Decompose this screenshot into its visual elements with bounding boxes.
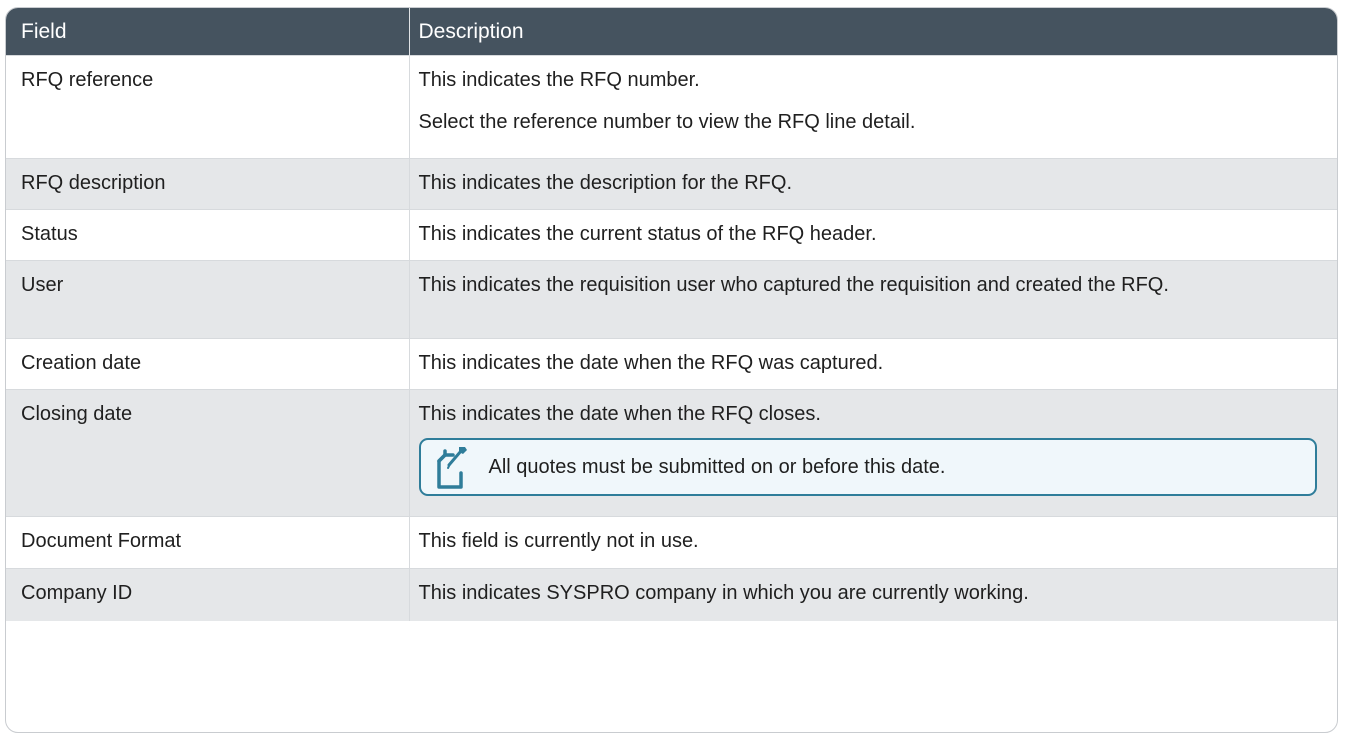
field-name-cell: RFQ description (6, 158, 409, 210)
description-text: Select the reference number to view the … (418, 111, 916, 133)
description-cell: This indicates SYSPRO company in which y… (408, 568, 1337, 621)
field-description-table-container: Field Description RFQ reference This ind… (5, 7, 1338, 733)
table-row: Closing date This indicates the date whe… (6, 389, 1337, 517)
description-text: This indicates the date when the RFQ was… (418, 352, 884, 374)
description-column-header: Description (408, 8, 1337, 56)
field-column-header: Field (6, 8, 409, 56)
field-name-cell: Company ID (6, 568, 409, 621)
description-text: This indicates the current status of the… (418, 223, 877, 245)
table-row: Company ID This indicates SYSPRO company… (6, 568, 1337, 621)
field-name-cell: Status (6, 209, 409, 261)
note-text: All quotes must be submitted on or befor… (488, 456, 946, 478)
table-header-row: Field Description (6, 8, 1337, 56)
table-row: User This indicates the requisition user… (6, 260, 1337, 339)
field-name-cell: Document Format (6, 516, 409, 569)
description-text: This indicates the requisition user who … (418, 274, 1169, 296)
table-row: RFQ reference This indicates the RFQ num… (6, 55, 1337, 159)
description-text: This indicates the description for the R… (418, 172, 793, 194)
description-cell: This indicates the date when the RFQ was… (408, 338, 1337, 390)
description-text: This field is currently not in use. (418, 530, 699, 552)
field-name-cell: Closing date (6, 389, 409, 517)
description-cell: This field is currently not in use. (408, 516, 1337, 569)
description-cell: This indicates the date when the RFQ clo… (408, 389, 1337, 517)
table-row: Document Format This field is currently … (6, 516, 1337, 569)
description-text: This indicates SYSPRO company in which y… (418, 582, 1029, 604)
description-cell: This indicates the description for the R… (408, 158, 1337, 210)
description-text: This indicates the RFQ number. (418, 69, 700, 91)
description-cell: This indicates the current status of the… (408, 209, 1337, 261)
field-name-cell: Creation date (6, 338, 409, 390)
note-edit-icon (431, 443, 471, 491)
table-row: Status This indicates the current status… (6, 209, 1337, 261)
field-name-cell: RFQ reference (6, 55, 409, 159)
description-cell: This indicates the RFQ number. Select th… (408, 55, 1337, 159)
table-row: Creation date This indicates the date wh… (6, 338, 1337, 390)
note-callout: All quotes must be submitted on or befor… (418, 438, 1317, 496)
description-cell: This indicates the requisition user who … (408, 260, 1337, 339)
field-name-cell: User (6, 260, 409, 339)
description-text: This indicates the date when the RFQ clo… (418, 403, 821, 425)
field-description-table: Field Description RFQ reference This ind… (6, 8, 1337, 621)
table-row: RFQ description This indicates the descr… (6, 158, 1337, 210)
